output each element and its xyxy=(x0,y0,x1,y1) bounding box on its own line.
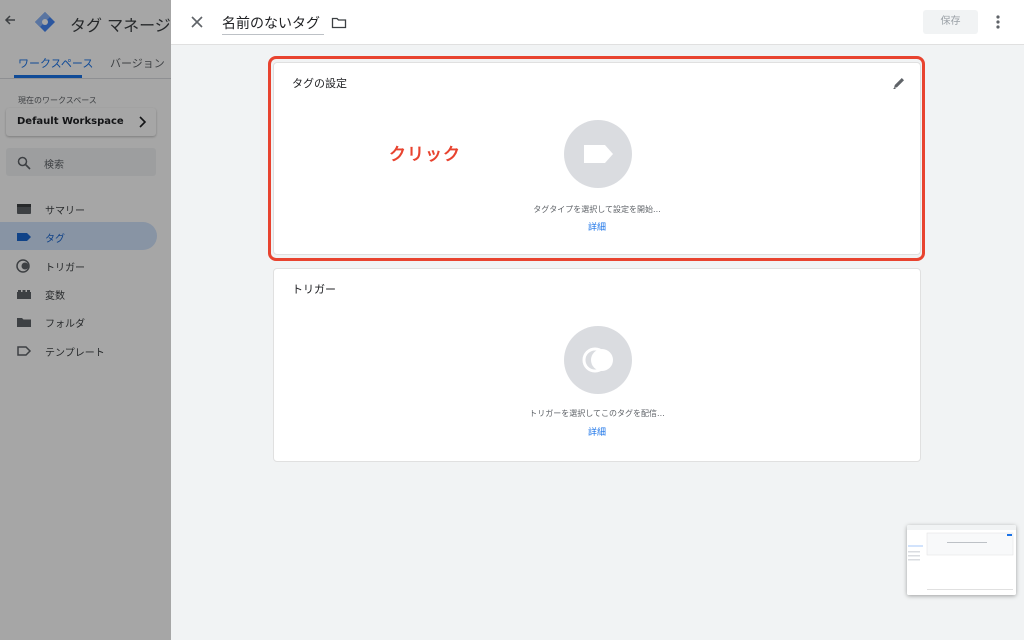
trigger-placeholder[interactable] xyxy=(564,326,632,394)
trigger-card[interactable]: トリガー トリガーを選択してこのタグを配信... 詳細 xyxy=(273,268,921,462)
trigger-icon xyxy=(582,347,613,373)
thumbnail-image xyxy=(907,525,1016,595)
screen: タグ マネージャー ワークスペース バージョン 現在のワークスペース Defau… xyxy=(0,0,1024,640)
trigger-description: トリガーを選択してこのタグを配信... xyxy=(529,409,665,418)
app-sidebar: タグ マネージャー ワークスペース バージョン 現在のワークスペース Defau… xyxy=(0,0,202,640)
folder-icon[interactable] xyxy=(331,15,347,29)
highlight-box xyxy=(268,56,925,261)
tag-name-field[interactable]: 名前のないタグ xyxy=(222,13,320,33)
tag-editor-header: 名前のないタグ 保存 xyxy=(171,0,1024,45)
screenshot-thumbnail[interactable] xyxy=(907,525,1016,595)
trigger-learn-more-link[interactable]: 詳細 xyxy=(274,425,920,438)
close-icon[interactable] xyxy=(189,14,205,30)
trigger-title: トリガー xyxy=(292,283,336,296)
more-vert-icon[interactable] xyxy=(993,13,1003,31)
tag-name-underline xyxy=(222,34,324,35)
modal-scrim[interactable] xyxy=(0,0,171,640)
click-annotation: クリック xyxy=(389,145,461,165)
save-button[interactable]: 保存 xyxy=(923,10,978,34)
